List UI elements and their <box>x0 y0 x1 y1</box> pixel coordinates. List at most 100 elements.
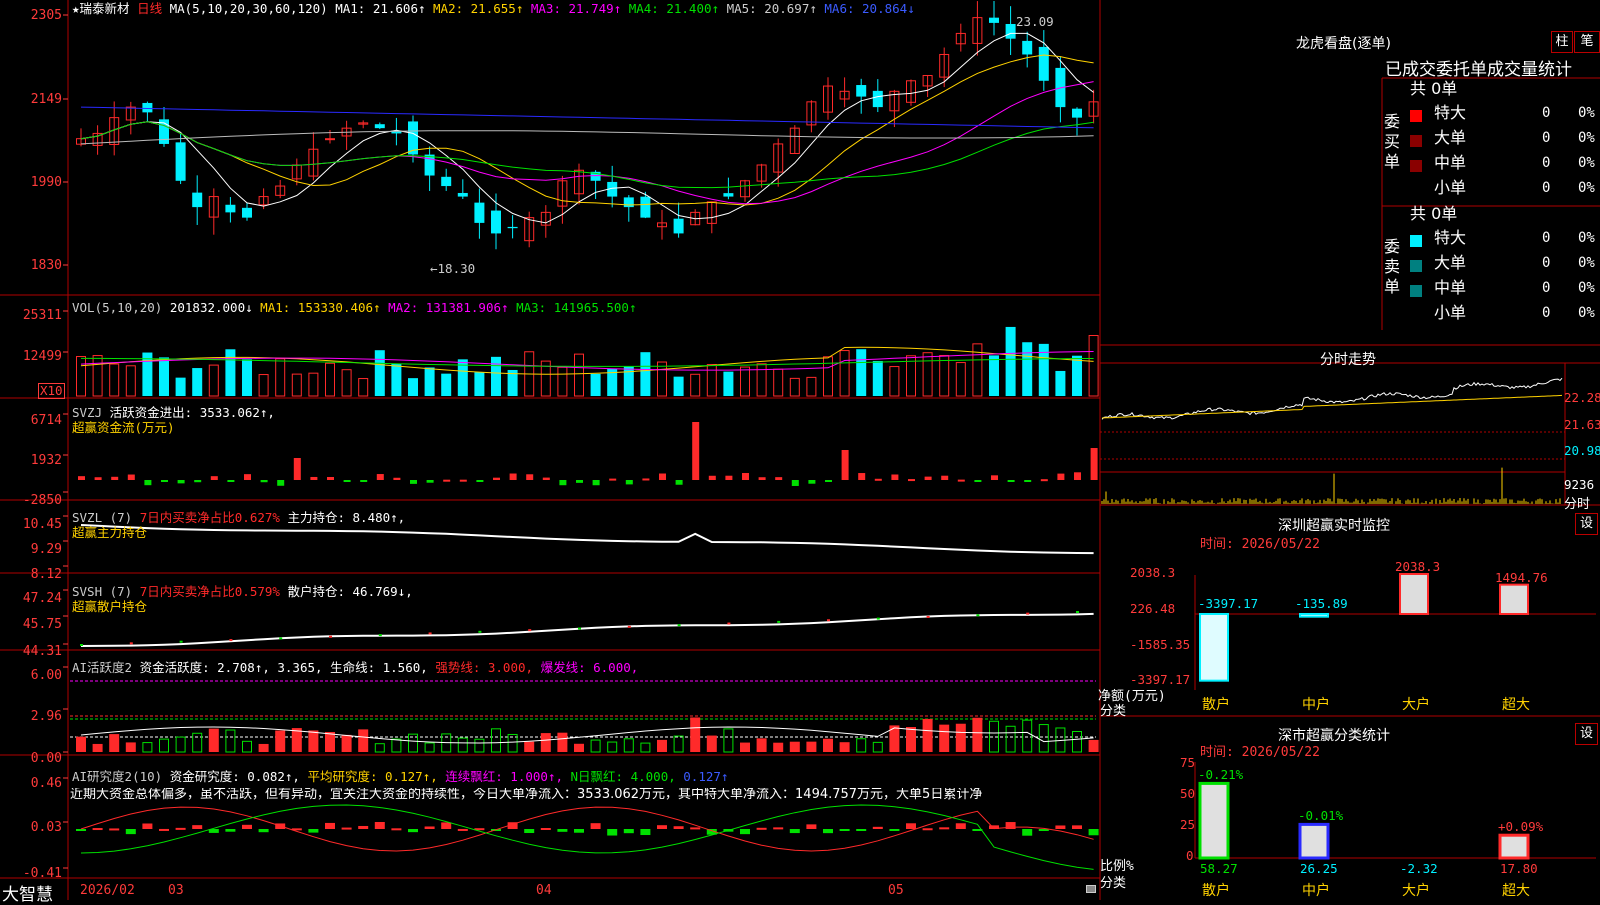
research-bar <box>225 829 236 832</box>
volume-bar-down <box>723 371 734 396</box>
activity-bar <box>341 734 352 752</box>
research-bar <box>856 829 867 831</box>
ma3-value: MA3: 21.749↑ <box>530 1 622 16</box>
monitor-tick: -1585.35 <box>1130 637 1191 652</box>
classify-bottom-label: -2.32 <box>1400 861 1438 876</box>
volume-bar-up <box>109 363 120 397</box>
research-bar <box>939 827 950 830</box>
activity-bar <box>789 741 800 752</box>
buy-row-label: 大单 <box>1434 128 1467 147</box>
candle-body-down <box>374 124 385 129</box>
svsh-subtitle: 超赢散户持仓 <box>72 599 148 614</box>
price-tick: 2149 <box>30 92 62 107</box>
volume-bar-up <box>574 353 584 397</box>
volume-bar-up <box>341 369 352 397</box>
volume-bar-up <box>823 356 833 397</box>
chart-canvas <box>0 0 1600 900</box>
research-bar <box>325 822 335 829</box>
svsh-tick: 45.75 <box>22 617 62 632</box>
activity-bar <box>540 733 551 752</box>
activity-bar <box>1038 724 1049 753</box>
activity-bar <box>258 743 269 752</box>
volume-bar-up <box>756 363 767 397</box>
sell-color-swatch <box>1410 260 1422 272</box>
volume-bar-up <box>706 364 717 397</box>
vol-label: VOL(5,10,20) <box>72 300 163 315</box>
air-t2: 平均研究度: 0.127↑, <box>307 769 438 784</box>
sell-row-label: 小单 <box>1434 303 1467 322</box>
flow-bar <box>642 478 650 481</box>
flow-bar <box>692 422 700 480</box>
activity-bar <box>125 742 136 752</box>
research-bar <box>872 826 883 829</box>
stroke-mode-button[interactable]: 笔 <box>1574 31 1600 53</box>
candle-body-up <box>325 138 335 141</box>
flow-bar <box>227 480 235 482</box>
ma4-value: MA4: 21.400↑ <box>628 1 720 16</box>
sell-row-pct: 0% <box>1578 255 1595 271</box>
flow-bar <box>360 480 368 482</box>
classify-tick: 25 <box>1180 817 1196 832</box>
volume-bar-up <box>806 376 817 397</box>
research-bar <box>76 829 86 831</box>
bar-mode-button[interactable]: 柱 <box>1551 31 1573 53</box>
low-marker: ←18.30 <box>430 261 476 276</box>
monitor-tick: 2038.3 <box>1130 565 1176 580</box>
flow-bar <box>908 479 915 482</box>
sell-row-count: 0 <box>1542 230 1551 246</box>
activity-bar <box>275 730 286 752</box>
volume-bar-down <box>1038 343 1049 396</box>
flow-bar <box>94 477 102 480</box>
monitor-bar <box>1399 573 1429 615</box>
air-tick: 0.03 <box>30 820 62 835</box>
ai2-label: AI活跃度2 <box>72 660 133 675</box>
sell-row-pct: 0% <box>1578 280 1595 296</box>
activity-bar <box>922 718 933 752</box>
research-bar <box>1088 829 1099 836</box>
flow-bar <box>144 480 152 486</box>
lock-icon[interactable] <box>1086 885 1096 893</box>
research-bar <box>673 826 684 829</box>
svzl-t1: 7日内买卖净占比0.627% <box>139 510 280 525</box>
candle-body-down <box>723 193 734 197</box>
activity-bar <box>623 738 634 753</box>
volume-bar-down <box>673 376 684 396</box>
price-title-bar: ★瑞泰新材 日线 MA(5,10,20,30,60,120) MA1: 21.6… <box>72 2 915 16</box>
flow-bar <box>476 480 484 482</box>
classify-settings-button[interactable]: 设 <box>1575 723 1598 745</box>
flow-bar <box>742 473 749 480</box>
ma5-value: MA5: 20.697↑ <box>726 1 817 16</box>
volume-bar-down <box>1072 355 1082 396</box>
svsh-title: SVSH (7) 7日内买卖净占比0.579% 散户持仓: 46.769↓, <box>72 585 413 599</box>
monitor-category: 散户 <box>1202 697 1230 713</box>
flow-bar <box>957 479 965 482</box>
flow-bar <box>1024 480 1032 482</box>
flow-bar <box>194 480 202 483</box>
ai-comment-text: 近期大资金总体偏多，虽不活跃，但有异动，宜关注大资金的持续性，今日大单净流入：3… <box>70 788 983 802</box>
svsh-dot <box>827 619 830 622</box>
research-bar <box>623 829 634 834</box>
period-label[interactable]: 日线 <box>137 1 162 16</box>
candle-body-down <box>175 142 186 181</box>
volume-bar-up <box>258 374 269 397</box>
research-bar <box>159 828 169 831</box>
activity-bar <box>142 742 153 753</box>
volume-bar-down <box>225 349 236 396</box>
monitor-title: 深圳超赢实时监控 <box>1278 518 1390 534</box>
monitor-date: 时间: 2026/05/22 <box>1200 537 1320 552</box>
svzl-line <box>80 524 1094 555</box>
volume-bar-down <box>175 377 186 396</box>
activity-bar <box>1022 719 1033 753</box>
activity-bar <box>806 741 817 752</box>
stock-name[interactable]: ★瑞泰新材 <box>72 1 130 16</box>
dragon-tiger-tabs[interactable]: 已成交委托单成交量统计 <box>1385 55 1572 80</box>
candle-body-down <box>242 207 252 218</box>
research-bar <box>457 828 468 831</box>
monitor-settings-button[interactable]: 设 <box>1575 513 1598 535</box>
classify-bottom-label: 58.27 <box>1200 861 1238 876</box>
date-tick: 2026/02 <box>80 883 135 898</box>
volume-bar-up <box>889 366 900 397</box>
candle-body-down <box>474 202 485 223</box>
buy-row-count: 0 <box>1542 130 1551 146</box>
svzl-title: SVZL (7) 7日内买卖净占比0.627% 主力持仓: 8.480↑, <box>72 511 405 525</box>
